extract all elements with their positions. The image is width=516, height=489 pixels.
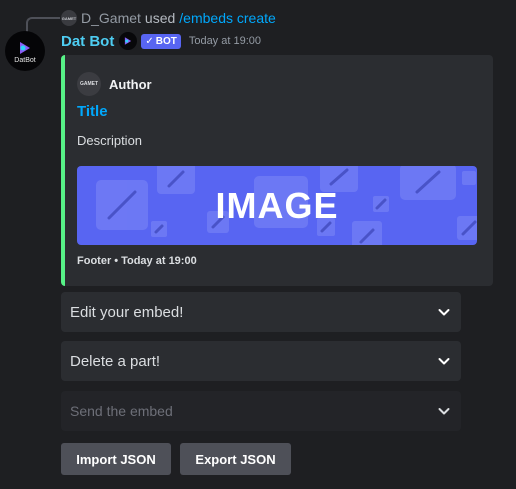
delete-part-select[interactable]: Delete a part! — [61, 341, 461, 381]
reply-user-avatar[interactable]: GAMET — [61, 10, 77, 26]
dat-bot-logo-icon — [125, 37, 132, 45]
chevron-down-icon — [438, 408, 450, 415]
chevron-down-icon — [438, 358, 450, 365]
message-timestamp[interactable]: Today at 19:00 — [189, 35, 261, 47]
embed-description: Description — [77, 133, 143, 148]
reply-command[interactable]: /embeds create — [179, 10, 276, 26]
embed-footer: Footer • Today at 19:00 — [77, 255, 197, 267]
bot-avatar-text: DatBot — [14, 57, 36, 64]
bot-badge-label: BOT — [155, 35, 177, 47]
reply-used-text: used — [144, 10, 176, 26]
bot-avatar[interactable]: DatBot — [5, 31, 45, 71]
send-embed-select-label: Send the embed — [70, 403, 173, 419]
import-json-button[interactable]: Import JSON — [61, 443, 171, 475]
bot-badge: ✓ BOT — [141, 33, 181, 49]
send-embed-select[interactable]: Send the embed — [61, 391, 461, 431]
embed-title[interactable]: Title — [77, 103, 108, 120]
reply-context[interactable]: GAMET D_Gamet used /embeds create — [61, 9, 276, 27]
edit-embed-select[interactable]: Edit your embed! — [61, 292, 461, 332]
footer-separator: • — [114, 255, 119, 267]
bot-username[interactable]: Dat Bot — [61, 33, 114, 50]
footer-text: Footer — [77, 255, 112, 267]
reply-connector — [26, 17, 60, 32]
embed-image[interactable]: IMAGE — [77, 166, 477, 245]
author-name: Author — [109, 76, 152, 92]
export-json-button[interactable]: Export JSON — [180, 443, 291, 475]
image-placeholder-text: IMAGE — [215, 184, 339, 226]
edit-embed-select-label: Edit your embed! — [70, 303, 184, 321]
verified-check-icon: ✓ — [145, 35, 154, 47]
bot-mini-avatar — [119, 32, 138, 50]
embed-author: GAMET Author — [77, 72, 152, 96]
reply-username[interactable]: D_Gamet — [81, 10, 141, 26]
delete-part-select-label: Delete a part! — [70, 352, 161, 370]
chevron-down-icon — [438, 309, 450, 316]
embed: GAMET Author Title Description IMAGE Foo… — [61, 55, 493, 286]
footer-timestamp: Today at 19:00 — [121, 255, 197, 267]
author-icon: GAMET — [77, 72, 101, 96]
message-header: Dat Bot ✓ BOT Today at 19:00 — [61, 31, 261, 51]
dat-bot-logo-icon — [20, 42, 30, 54]
